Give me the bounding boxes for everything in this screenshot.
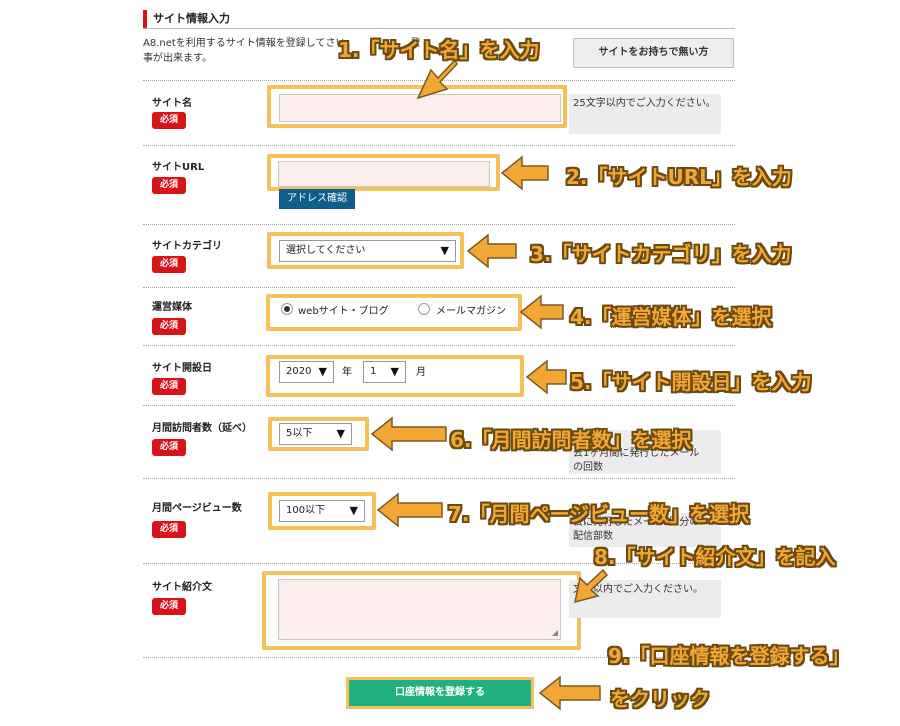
required-badge: 必須 [152,521,186,538]
annotation-3: 3.「サイトカテゴリ」を入力 [530,242,792,266]
arrow-icon [370,416,447,452]
required-badge: 必須 [152,318,186,335]
annotation-2: 2.「サイトURL」を入力 [566,165,792,189]
open-year-select[interactable]: 2020 ▼ [279,361,334,383]
site-category-label: サイトカテゴリ [152,241,222,252]
section-title: サイト情報入力 [143,10,735,28]
arrow-icon [538,675,601,711]
arrow-icon [376,492,443,528]
radio-mail-magazine-label: メールマガジン [436,306,506,317]
register-account-button[interactable]: 口座情報を登録する [346,677,534,709]
site-intro-hint: 文字以内でご入力ください。 [569,580,721,618]
triangle-down-icon: ▼ [349,504,358,517]
required-badge: 必須 [152,378,186,395]
open-month-select[interactable]: 1 ▼ [363,361,406,383]
annotation-5: 5.「サイト開設日」を入力 [570,370,812,394]
address-check-button[interactable]: アドレス確認 [279,189,355,209]
divider [143,405,735,406]
divider [143,287,735,288]
arrow-icon [519,294,564,330]
triangle-down-icon: ▼ [390,365,399,378]
month-unit: 月 [416,367,426,378]
arrow-icon [500,155,549,191]
radio-mail-magazine[interactable] [418,303,430,315]
annotation-6: 6.「月間訪問者数」を選択 [450,428,692,452]
radio-web-blog[interactable] [281,303,293,315]
monthly-visitors-select[interactable]: 5以下 ▼ [279,423,352,445]
annotation-1: 1.「サイト名」を入力 [338,38,540,62]
no-site-button[interactable]: サイトをお持ちで無い方 [573,38,734,68]
divider [143,80,735,81]
divider [143,345,735,346]
site-url-label: サイトURL [152,162,205,173]
select-value: 2020 [286,366,312,377]
required-badge: 必須 [152,112,186,129]
media-label: 運営媒体 [152,302,192,313]
annotation-4: 4.「運営媒体」を選択 [570,305,772,329]
resize-handle-icon[interactable]: ◢ [552,629,558,637]
select-value: 選択してください [286,245,366,256]
required-badge: 必須 [152,177,186,194]
required-badge: 必須 [152,598,186,615]
required-badge: 必須 [152,256,186,273]
required-badge: 必須 [152,439,186,456]
annotation-7: 7.「月間ページビュー数」を選択 [448,502,750,526]
divider [143,224,735,225]
annotation-9-line2: をクリック [610,687,710,711]
site-name-label: サイト名 [152,98,192,109]
divider [143,145,735,146]
site-url-input[interactable] [278,161,490,187]
radio-web-blog-label: webサイト・ブログ [298,306,389,317]
arrow-icon [466,233,517,269]
arrow-icon [525,359,567,395]
divider [143,28,735,29]
site-intro-label: サイト紹介文 [152,582,212,593]
triangle-down-icon: ▼ [440,244,449,257]
site-name-input[interactable] [279,94,561,122]
select-value: 1 [370,366,377,377]
site-category-select[interactable]: 選択してください ▼ [279,240,456,262]
select-value: 100以下 [286,505,326,516]
site-name-hint: 25文字以内でご入力ください。 [569,94,721,134]
monthly-visitors-label: 月間訪問者数（延べ） [152,423,252,434]
annotation-9-line1: 9.「口座情報を登録する」 [608,644,850,668]
annotation-8: 8.「サイト紹介文」を記入 [594,545,836,569]
triangle-down-icon: ▼ [318,365,327,378]
open-date-label: サイト開設日 [152,363,212,374]
monthly-pageviews-select[interactable]: 100以下 ▼ [279,500,365,522]
divider [143,478,735,479]
site-intro-textarea[interactable]: ◢ [278,579,561,640]
triangle-down-icon: ▼ [336,427,345,440]
year-unit: 年 [342,367,352,378]
select-value: 5以下 [286,428,313,439]
monthly-pageviews-label: 月間ページビュー数 [152,503,242,514]
